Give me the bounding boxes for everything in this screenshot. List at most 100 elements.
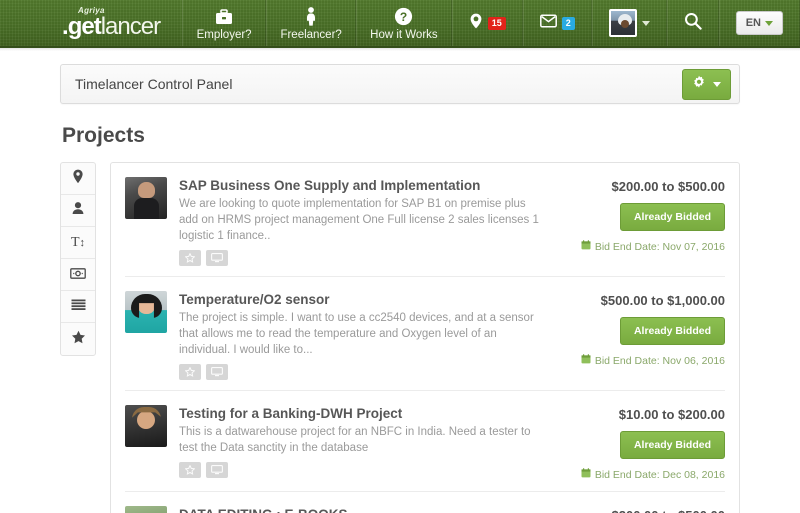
favorite-button[interactable] [179,364,201,380]
avatar [608,9,637,37]
filter-title-sort[interactable]: T↕ [61,227,95,259]
filter-list[interactable] [61,291,95,323]
project-title[interactable]: Testing for a Banking-DWH Project [179,405,545,422]
location-pin-icon [72,169,84,189]
control-panel-title: Timelancer Control Panel [75,76,233,92]
nav-item-how-it-works[interactable]: ? How it Works [356,0,452,46]
top-navigation-bar: Agriya .getlancer Employer? Freelancer? … [0,0,800,51]
bid-end-date-label: Bid End Date: Nov 07, 2016 [594,240,725,253]
chevron-down-icon [713,81,721,87]
projects-list: SAP Business One Supply and Implementati… [110,162,740,513]
calendar-icon [581,468,591,481]
person-icon [305,6,317,26]
question-circle-icon: ? [394,6,413,26]
money-icon [70,266,86,284]
message-button[interactable] [206,364,228,380]
message-button[interactable] [206,250,228,266]
bid-end-date: Bid End Date: Nov 06, 2016 [581,354,725,367]
projects-content: T↕ SAP Business One Supply and Implement… [60,162,740,513]
project-thumbnail [125,506,167,513]
svg-text:?: ? [400,10,407,24]
site-logo[interactable]: Agriya .getlancer [62,0,182,46]
user-icon [71,201,85,220]
star-icon [185,253,195,263]
nav-item-freelancer[interactable]: Freelancer? [266,0,357,46]
filter-budget[interactable] [61,259,95,291]
bid-status-button[interactable]: Already Bidded [619,317,725,345]
project-bid-info: $200.00 to $500.00 Already Bidded Bid En… [555,506,725,513]
nav-item-employer[interactable]: Employer? [182,0,267,46]
project-info: Temperature/O2 sensor The project is sim… [179,291,555,380]
project-info: Testing for a Banking-DWH Project This i… [179,405,555,481]
bid-end-date: Bid End Date: Nov 07, 2016 [581,240,725,253]
project-actions [179,364,545,380]
language-selector-cell[interactable]: EN [718,0,800,46]
language-selector-label: EN [745,17,761,29]
filter-user[interactable] [61,195,95,227]
filter-featured[interactable] [61,323,95,355]
filter-location[interactable] [61,163,95,195]
project-description: We are looking to quote implementation f… [179,198,539,242]
project-thumbnail [125,177,167,219]
location-notification-icon [469,13,483,34]
notifications-badge: 15 [487,16,506,30]
favorite-button[interactable] [179,462,201,478]
bid-end-date-label: Bid End Date: Nov 06, 2016 [594,354,725,367]
panel-settings-button[interactable] [682,68,731,100]
bid-end-date: Bid End Date: Dec 08, 2016 [581,468,725,481]
search-button[interactable] [666,0,719,46]
nav-item-employer-label: Employer? [196,28,252,41]
language-selector-button[interactable]: EN [735,11,783,35]
project-bid-info: $500.00 to $1,000.00 Already Bidded Bid … [555,291,725,380]
project-title[interactable]: DATA EDITING : E-BOOKS [179,506,545,513]
calendar-icon [581,354,591,367]
project-thumbnail [125,291,167,333]
star-icon [185,465,195,475]
monitor-icon [211,253,223,263]
chevron-down-icon [765,20,773,26]
logo-bold-part: get [67,13,102,40]
account-menu-button[interactable] [591,0,667,46]
project-info: SAP Business One Supply and Implementati… [179,177,555,266]
project-price-range: $500.00 to $1,000.00 [600,293,725,308]
logo-wordmark: .getlancer [62,15,168,39]
project-bid-info: $200.00 to $500.00 Already Bidded Bid En… [555,177,725,266]
project-info: DATA EDITING : E-BOOKS We are into E-boo… [179,506,555,513]
list-lines-icon [71,298,86,316]
project-price-range: $200.00 to $500.00 [611,179,725,194]
envelope-icon [539,13,557,33]
nav-item-freelancer-label: Freelancer? [280,28,342,41]
filter-sidebar: T↕ [60,162,96,356]
page-title: Projects [62,124,145,147]
project-actions [179,462,545,478]
project-price-range: $10.00 to $200.00 [618,407,725,422]
message-button[interactable] [206,462,228,478]
nav-item-how-it-works-label: How it Works [370,28,438,41]
messages-button[interactable]: 2 [522,0,592,46]
project-thumbnail [125,405,167,447]
page-body: Timelancer Control Panel Projects T↕ SAP… [0,64,800,513]
project-actions [179,250,545,266]
text-sort-icon: T↕ [70,234,86,250]
bid-end-date-label: Bid End Date: Dec 08, 2016 [594,468,725,481]
bid-status-button[interactable]: Already Bidded [619,431,725,459]
project-bid-info: $10.00 to $200.00 Already Bidded Bid End… [555,405,725,481]
messages-badge: 2 [561,16,575,30]
project-row: DATA EDITING : E-BOOKS We are into E-boo… [125,492,725,513]
project-description: The project is simple. I want to use a c… [179,312,534,356]
project-row: SAP Business One Supply and Implementati… [125,163,725,277]
project-row: Temperature/O2 sensor The project is sim… [125,277,725,391]
notifications-button[interactable]: 15 [451,0,523,46]
project-description: This is a datwarehouse project for an NB… [179,426,531,454]
page-container: Timelancer Control Panel Projects T↕ SAP… [60,64,740,513]
project-title[interactable]: Temperature/O2 sensor [179,291,545,308]
star-icon [185,367,195,377]
project-price-range: $200.00 to $500.00 [612,508,725,513]
calendar-icon [581,240,591,253]
chevron-down-icon [641,20,650,26]
project-title[interactable]: SAP Business One Supply and Implementati… [179,177,545,194]
nav-left-spacer [0,0,62,46]
bid-status-button[interactable]: Already Bidded [619,203,725,231]
monitor-icon [211,367,223,377]
favorite-button[interactable] [179,250,201,266]
